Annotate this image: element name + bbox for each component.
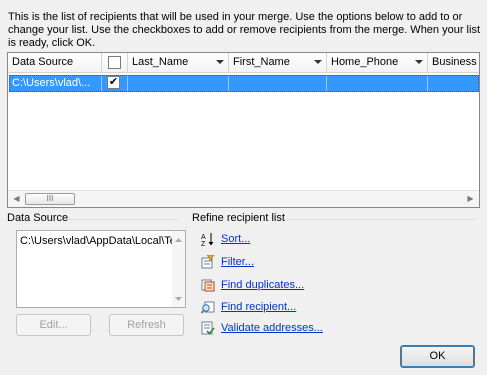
include-checkbox[interactable]: ✔ [107, 76, 120, 89]
scrollbar-arrows-icon [175, 238, 182, 301]
chevron-down-icon[interactable] [216, 60, 224, 64]
sort-icon: A Z [201, 233, 214, 246]
scroll-thumb[interactable]: III [25, 193, 75, 205]
data-source-list[interactable]: C:\Users\vlad\AppData\Local\Te [16, 230, 186, 308]
chevron-down-icon[interactable] [415, 60, 423, 64]
column-header-last-name[interactable]: Last_Name [128, 53, 229, 73]
column-header-select-all[interactable] [102, 53, 128, 73]
cell-first-name [229, 76, 327, 91]
sort-link[interactable]: Sort... [221, 233, 250, 245]
recipients-grid[interactable]: Data Source Last_Name First_Name Home_Ph… [7, 52, 480, 208]
cell-home-phone [327, 76, 428, 91]
edit-button[interactable]: Edit... [16, 314, 91, 336]
validate-addresses-icon [201, 321, 215, 335]
data-source-group-title: Data Source [7, 212, 69, 224]
group-divider [286, 219, 476, 220]
column-header-home-phone[interactable]: Home_Phone [327, 53, 428, 73]
select-all-checkbox[interactable] [108, 56, 121, 69]
find-duplicates-link[interactable]: Find duplicates... [221, 279, 304, 291]
table-row[interactable]: C:\Users\vlad\... ✔ [9, 75, 479, 92]
horizontal-scrollbar[interactable]: ◀ III ▶ [8, 190, 479, 207]
refine-group-title: Refine recipient list [192, 212, 285, 224]
svg-text:Z: Z [201, 241, 206, 246]
chevron-down-icon[interactable] [314, 60, 322, 64]
filter-icon [201, 255, 215, 269]
validate-addresses-link[interactable]: Validate addresses... [221, 322, 323, 334]
find-recipient-icon [201, 301, 215, 314]
column-header-first-name[interactable]: First_Name [229, 53, 327, 73]
vertical-scrollbar[interactable] [172, 231, 185, 307]
list-item[interactable]: C:\Users\vlad\AppData\Local\Te [20, 235, 176, 247]
column-header-business[interactable]: Business [428, 53, 479, 73]
column-header-data-source[interactable]: Data Source [8, 53, 102, 73]
scroll-left-icon[interactable]: ◀ [8, 191, 25, 207]
cell-data-source: C:\Users\vlad\... [10, 76, 102, 91]
cell-business [428, 76, 479, 91]
ok-button[interactable]: OK [400, 345, 475, 368]
cell-last-name [128, 76, 229, 91]
filter-link[interactable]: Filter... [221, 256, 254, 268]
find-duplicates-icon [201, 279, 215, 292]
grid-header: Data Source Last_Name First_Name Home_Ph… [8, 53, 479, 73]
svg-text:A: A [201, 234, 206, 241]
group-divider [68, 219, 178, 220]
cell-include[interactable]: ✔ [102, 76, 128, 91]
scroll-right-icon[interactable]: ▶ [462, 191, 479, 207]
instructions-text: This is the list of recipients that will… [8, 11, 480, 49]
refresh-button[interactable]: Refresh [109, 314, 184, 336]
find-recipient-link[interactable]: Find recipient... [221, 301, 296, 313]
